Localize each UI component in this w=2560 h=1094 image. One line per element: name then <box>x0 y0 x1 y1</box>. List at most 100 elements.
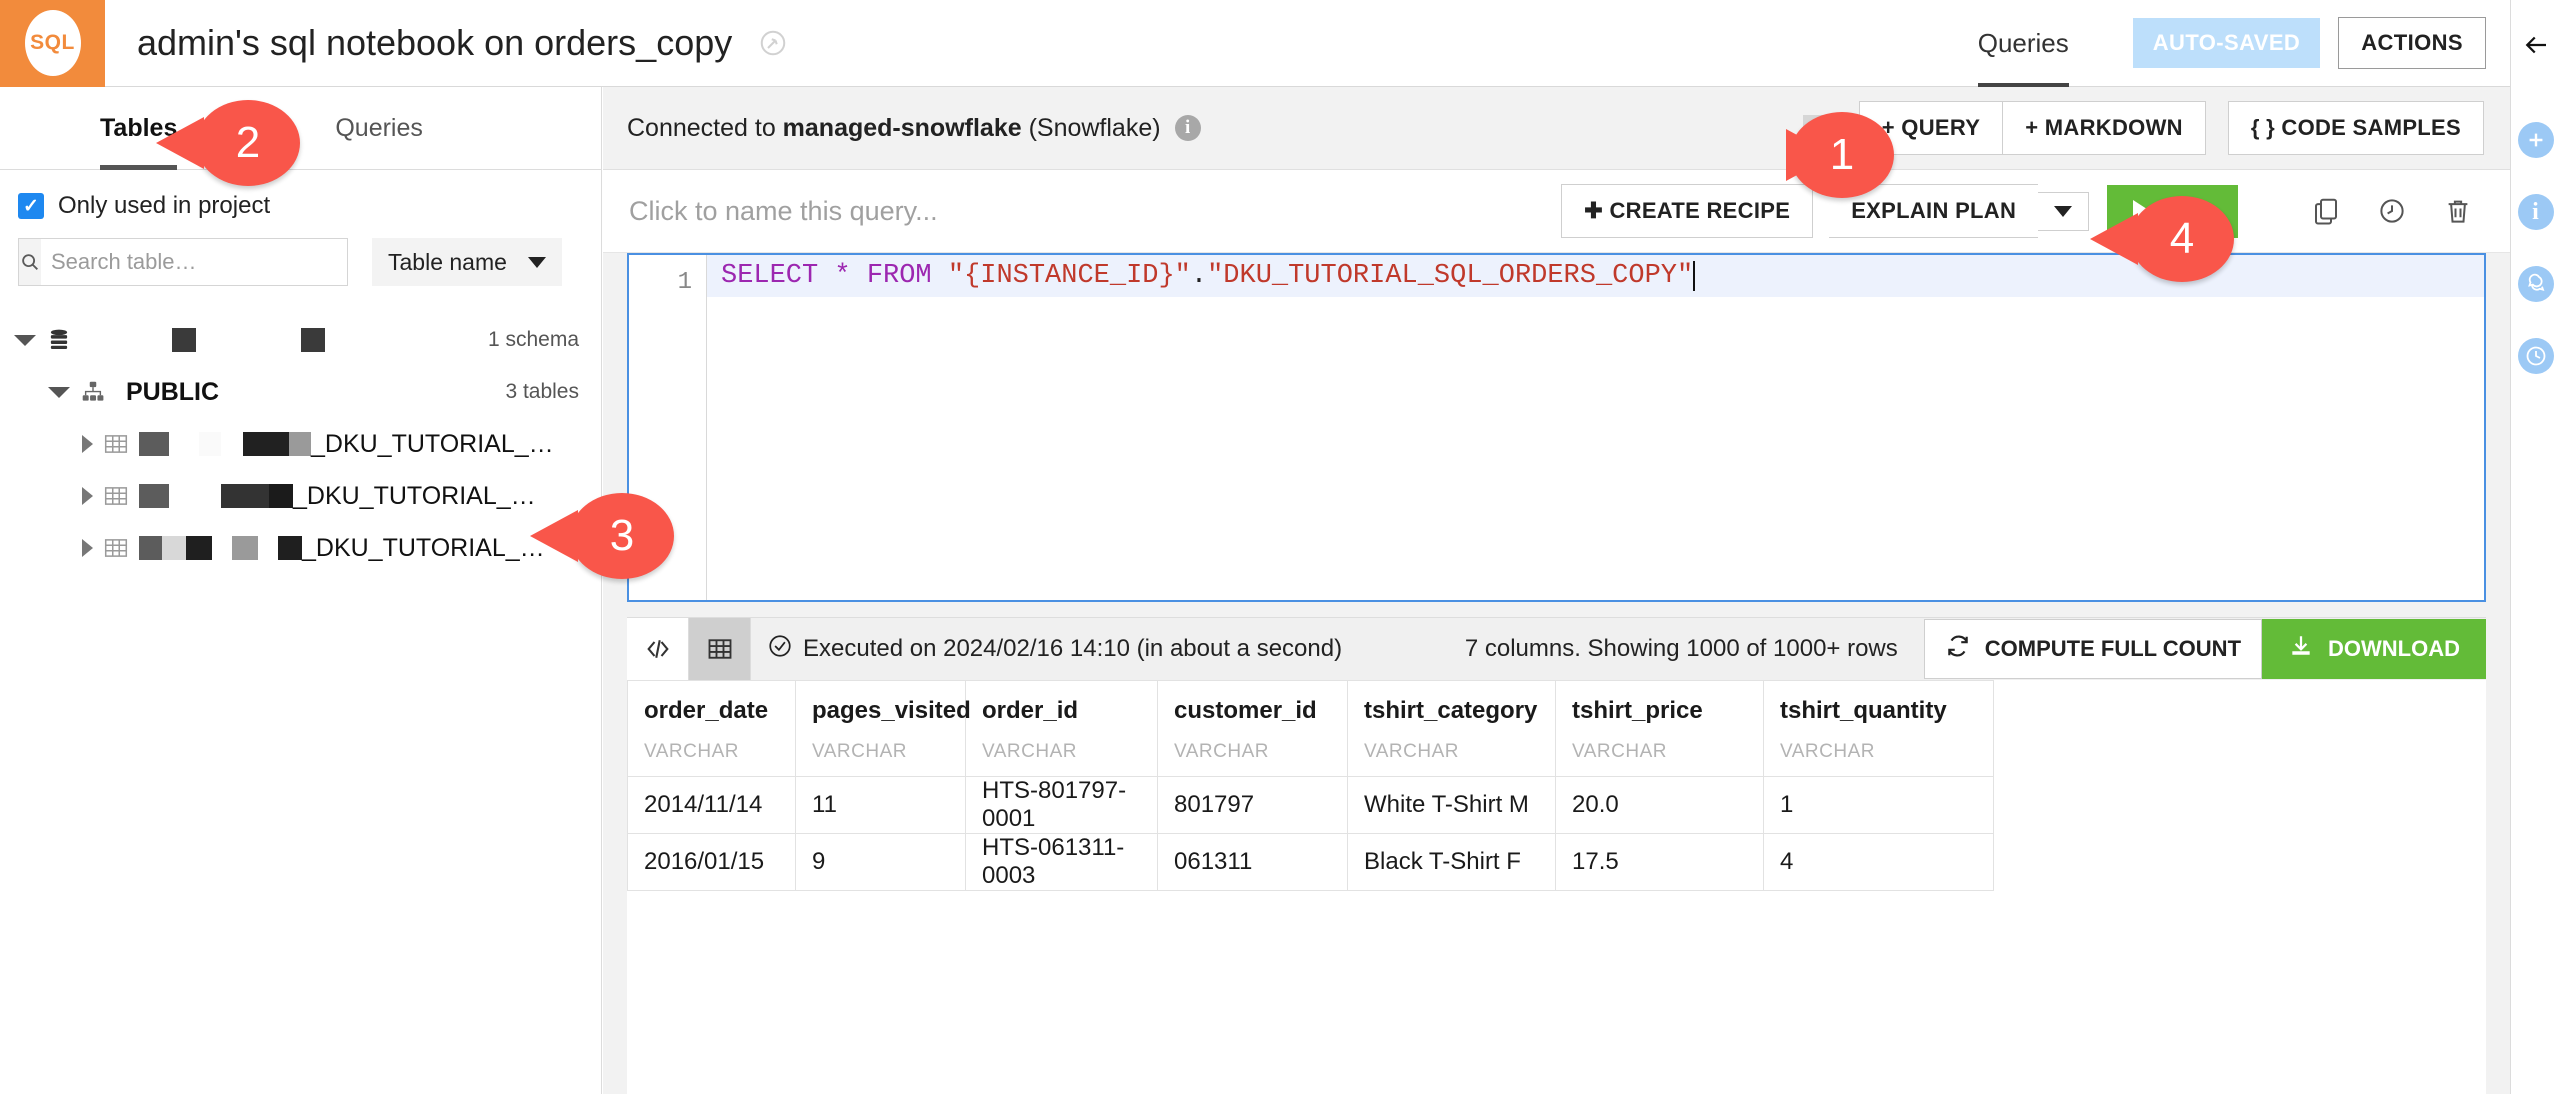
column-name: customer_id <box>1174 697 1317 724</box>
download-icon <box>2288 633 2314 665</box>
results-toolbar: Executed on 2024/02/16 14:10 (in about a… <box>627 618 2486 680</box>
add-markdown-button[interactable]: + MARKDOWN <box>2003 101 2206 155</box>
column-header[interactable]: pages_visited VARCHAR <box>795 680 971 777</box>
table-sort-select[interactable]: Table name <box>372 238 562 286</box>
only-used-checkbox[interactable]: ✓ <box>18 193 44 219</box>
search-table-wrapper[interactable] <box>18 238 349 286</box>
cell: 9 <box>795 833 966 891</box>
search-table-input[interactable] <box>41 239 349 285</box>
connection-text: Connected to managed-snowflake (Snowflak… <box>627 114 1161 143</box>
column-header[interactable]: tshirt_quantity VARCHAR <box>1763 680 1994 777</box>
column-header[interactable]: tshirt_category VARCHAR <box>1347 680 1556 777</box>
column-header[interactable]: tshirt_price VARCHAR <box>1555 680 1764 777</box>
sync-icon[interactable] <box>758 28 788 58</box>
explain-plan-button[interactable]: EXPLAIN PLAN <box>1829 184 2039 238</box>
create-recipe-button[interactable]: ✚ CREATE RECIPE <box>1561 184 1814 238</box>
app-logo[interactable]: SQL <box>0 0 105 87</box>
sidebar-tabs: Tables Queries <box>0 87 601 170</box>
schema-name: PUBLIC <box>126 377 220 406</box>
trash-icon[interactable] <box>2430 183 2486 239</box>
create-recipe-label: CREATE RECIPE <box>1609 198 1791 223</box>
column-name: pages_visited <box>812 697 971 724</box>
code-view-icon[interactable] <box>627 618 689 680</box>
column-type: VARCHAR <box>1780 741 1875 762</box>
cell: 061311 <box>1157 833 1348 891</box>
column-type: VARCHAR <box>982 741 1077 762</box>
editor-line-1[interactable]: SELECT * FROM "{INSTANCE_ID}". "DKU_TUTOR… <box>707 255 2484 297</box>
tree-schema-row[interactable]: PUBLIC 3 tables <box>0 366 601 418</box>
sidebar-tab-tables[interactable]: Tables <box>76 87 201 170</box>
explain-plan-dropdown[interactable] <box>2038 191 2090 231</box>
right-rail: i <box>2510 0 2560 1094</box>
download-button[interactable]: DOWNLOAD <box>2262 619 2486 679</box>
discussions-icon[interactable] <box>2517 266 2554 302</box>
cell: 2016/01/15 <box>627 833 796 891</box>
add-cell-group: + QUERY + MARKDOWN <box>1858 101 2206 155</box>
chevron-right-icon[interactable] <box>82 435 93 453</box>
tree-table-row[interactable]: _DKU_TUTORIAL_… <box>0 470 601 522</box>
plus-icon[interactable] <box>2517 122 2554 158</box>
column-header[interactable]: order_date VARCHAR <box>627 680 796 777</box>
table-name-suffix: _DKU_TUTORIAL_… <box>293 481 536 510</box>
text-cursor <box>1693 261 1696 291</box>
table-icon <box>103 535 129 561</box>
sql-token: "DKU_TUTORIAL_SQL_ORDERS_COPY" <box>1207 261 1694 291</box>
clock-icon[interactable] <box>2364 183 2420 239</box>
column-header[interactable]: order_id VARCHAR <box>965 680 1158 777</box>
table-view-icon[interactable] <box>689 618 751 680</box>
query-name-input[interactable]: Click to name this query... <box>629 196 938 227</box>
notebook-toolbar: + QUERY + MARKDOWN { } CODE SAMPLES <box>1802 101 2484 155</box>
column-header[interactable]: customer_id VARCHAR <box>1157 680 1348 777</box>
sidebar-tab-queries[interactable]: Queries <box>311 87 447 170</box>
chevron-right-icon[interactable] <box>82 539 93 557</box>
table-row[interactable]: 2016/01/15 9 HTS-061311-0003 061311 Blac… <box>627 833 1994 891</box>
cell: 17.5 <box>1555 833 1764 891</box>
sql-notebook-page: SQL admin's sql notebook on orders_copy … <box>0 0 2560 1094</box>
copy-icon[interactable] <box>2298 183 2354 239</box>
tab-queries[interactable]: Queries <box>1948 0 2099 87</box>
cell: 4 <box>1763 833 1994 891</box>
compute-full-count-button[interactable]: COMPUTE FULL COUNT <box>1923 619 2263 679</box>
chevron-right-icon[interactable] <box>82 487 93 505</box>
column-name: tshirt_category <box>1364 697 1538 724</box>
query-name-bar: Click to name this query... ✚ CREATE REC… <box>603 170 2510 253</box>
only-used-in-project-row[interactable]: ✓ Only used in project <box>0 170 601 220</box>
editor-code-area[interactable]: SELECT * FROM "{INSTANCE_ID}". "DKU_TUTOR… <box>707 255 2484 600</box>
column-type: VARCHAR <box>812 741 907 762</box>
results-actions: 7 columns. Showing 1000 of 1000+ rows CO… <box>1465 619 2486 679</box>
add-query-button[interactable]: + QUERY <box>1858 101 2004 155</box>
tree-table-row[interactable]: _DKU_TUTORIAL_… <box>0 418 601 470</box>
table-sort-value: Table name <box>388 248 507 275</box>
sql-editor[interactable]: 1 SELECT * FROM "{INSTANCE_ID}". "DKU_TUT… <box>627 253 2486 602</box>
cell: HTS-801797-0001 <box>965 776 1158 834</box>
history-clock-icon[interactable] <box>2517 338 2554 374</box>
info-icon[interactable]: i <box>2517 194 2554 230</box>
run-button[interactable]: RUN <box>2107 184 2238 238</box>
tree-table-row[interactable]: _DKU_TUTORIAL_… <box>0 522 601 574</box>
chevron-down-icon[interactable] <box>48 386 70 398</box>
download-label: DOWNLOAD <box>2328 636 2460 661</box>
actions-button[interactable]: ACTIONS <box>2338 17 2486 69</box>
chevron-down-icon[interactable] <box>14 334 36 346</box>
page-title: admin's sql notebook on orders_copy <box>137 22 733 63</box>
table-row[interactable]: 2014/11/14 11 HTS-801797-0001 801797 Whi… <box>627 776 1994 834</box>
tables-count: 3 tables <box>505 380 579 403</box>
sql-token: * <box>834 261 851 291</box>
code-samples-button[interactable]: { } CODE SAMPLES <box>2227 101 2484 155</box>
info-icon[interactable]: i <box>1174 115 1201 141</box>
tree-connection-row[interactable]: 1 schema <box>0 314 601 366</box>
column-type: VARCHAR <box>644 741 739 762</box>
redacted-connection-name <box>172 328 196 352</box>
sql-token: . <box>1190 261 1208 291</box>
results-table-body: 2014/11/14 11 HTS-801797-0001 801797 Whi… <box>627 776 1994 891</box>
column-name: order_id <box>982 697 1079 724</box>
sql-logo-icon: SQL <box>24 10 81 76</box>
sidebar: Tables Queries ✓ Only used in project Ta… <box>0 87 602 1094</box>
cell: 2014/11/14 <box>627 776 796 834</box>
sql-token: FROM <box>866 261 932 291</box>
redacted-connection-name-2 <box>301 328 325 352</box>
cell: Black T-Shirt F <box>1347 833 1556 891</box>
cell: 1 <box>1763 776 1994 834</box>
arrow-left-icon[interactable] <box>2521 30 2551 60</box>
results-view-toggle <box>627 618 751 680</box>
